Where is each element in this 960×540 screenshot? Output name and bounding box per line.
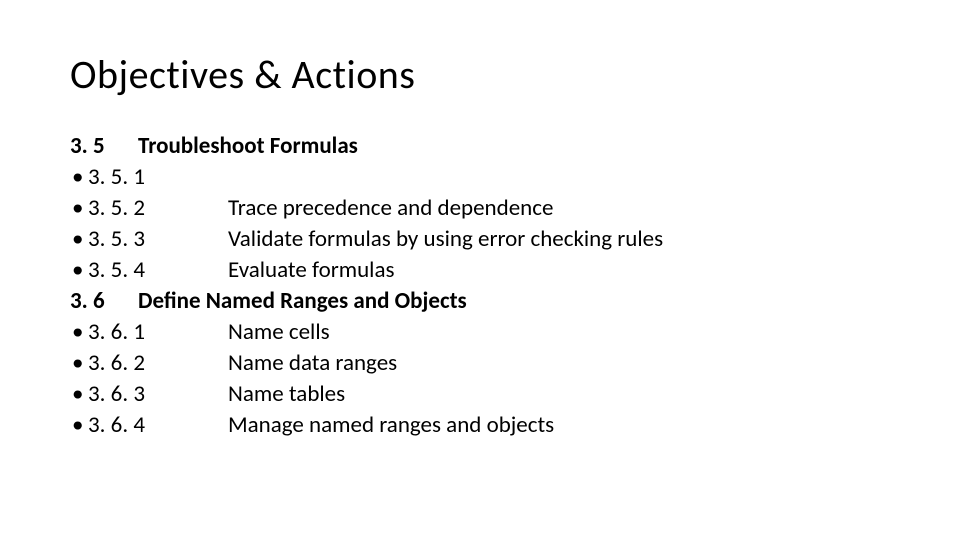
item-number: 3. 6. 1: [88, 317, 228, 348]
list-item: • 3. 5. 2 Trace precedence and dependenc…: [70, 193, 890, 224]
item-label: Name tables: [228, 379, 890, 410]
bullet-icon: •: [70, 410, 88, 441]
item-label: Manage named ranges and objects: [228, 410, 890, 441]
bullet-icon: •: [70, 348, 88, 379]
item-number: 3. 5. 2: [88, 193, 228, 224]
content-body: 3. 5 Troubleshoot Formulas • 3. 5. 1 • 3…: [70, 131, 890, 441]
page-title: Objectives & Actions: [70, 50, 890, 99]
item-label: Validate formulas by using error checkin…: [228, 224, 890, 255]
item-label: Trace precedence and dependence: [228, 193, 890, 224]
list-item: • 3. 6. 1 Name cells: [70, 317, 890, 348]
item-number: 3. 6. 4: [88, 410, 228, 441]
section-number: 3. 5: [70, 131, 138, 162]
item-label: Name cells: [228, 317, 890, 348]
section-label: Define Named Ranges and Objects: [138, 286, 890, 317]
bullet-icon: •: [70, 379, 88, 410]
list-item: • 3. 5. 4 Evaluate formulas: [70, 255, 890, 286]
item-label: Name data ranges: [228, 348, 890, 379]
section-header: 3. 6 Define Named Ranges and Objects: [70, 286, 890, 317]
list-item: • 3. 6. 4 Manage named ranges and object…: [70, 410, 890, 441]
bullet-icon: •: [70, 224, 88, 255]
item-number: 3. 5. 3: [88, 224, 228, 255]
section-header: 3. 5 Troubleshoot Formulas: [70, 131, 890, 162]
item-number: 3. 5. 1: [88, 162, 228, 193]
list-item: • 3. 6. 2 Name data ranges: [70, 348, 890, 379]
bullet-icon: •: [70, 193, 88, 224]
list-item: • 3. 5. 3 Validate formulas by using err…: [70, 224, 890, 255]
list-item: • 3. 6. 3 Name tables: [70, 379, 890, 410]
bullet-icon: •: [70, 255, 88, 286]
item-number: 3. 6. 2: [88, 348, 228, 379]
section-number: 3. 6: [70, 286, 138, 317]
item-number: 3. 6. 3: [88, 379, 228, 410]
item-number: 3. 5. 4: [88, 255, 228, 286]
item-label: Evaluate formulas: [228, 255, 890, 286]
list-item: • 3. 5. 1: [70, 162, 890, 193]
section-label: Troubleshoot Formulas: [138, 131, 890, 162]
bullet-icon: •: [70, 162, 88, 193]
bullet-icon: •: [70, 317, 88, 348]
